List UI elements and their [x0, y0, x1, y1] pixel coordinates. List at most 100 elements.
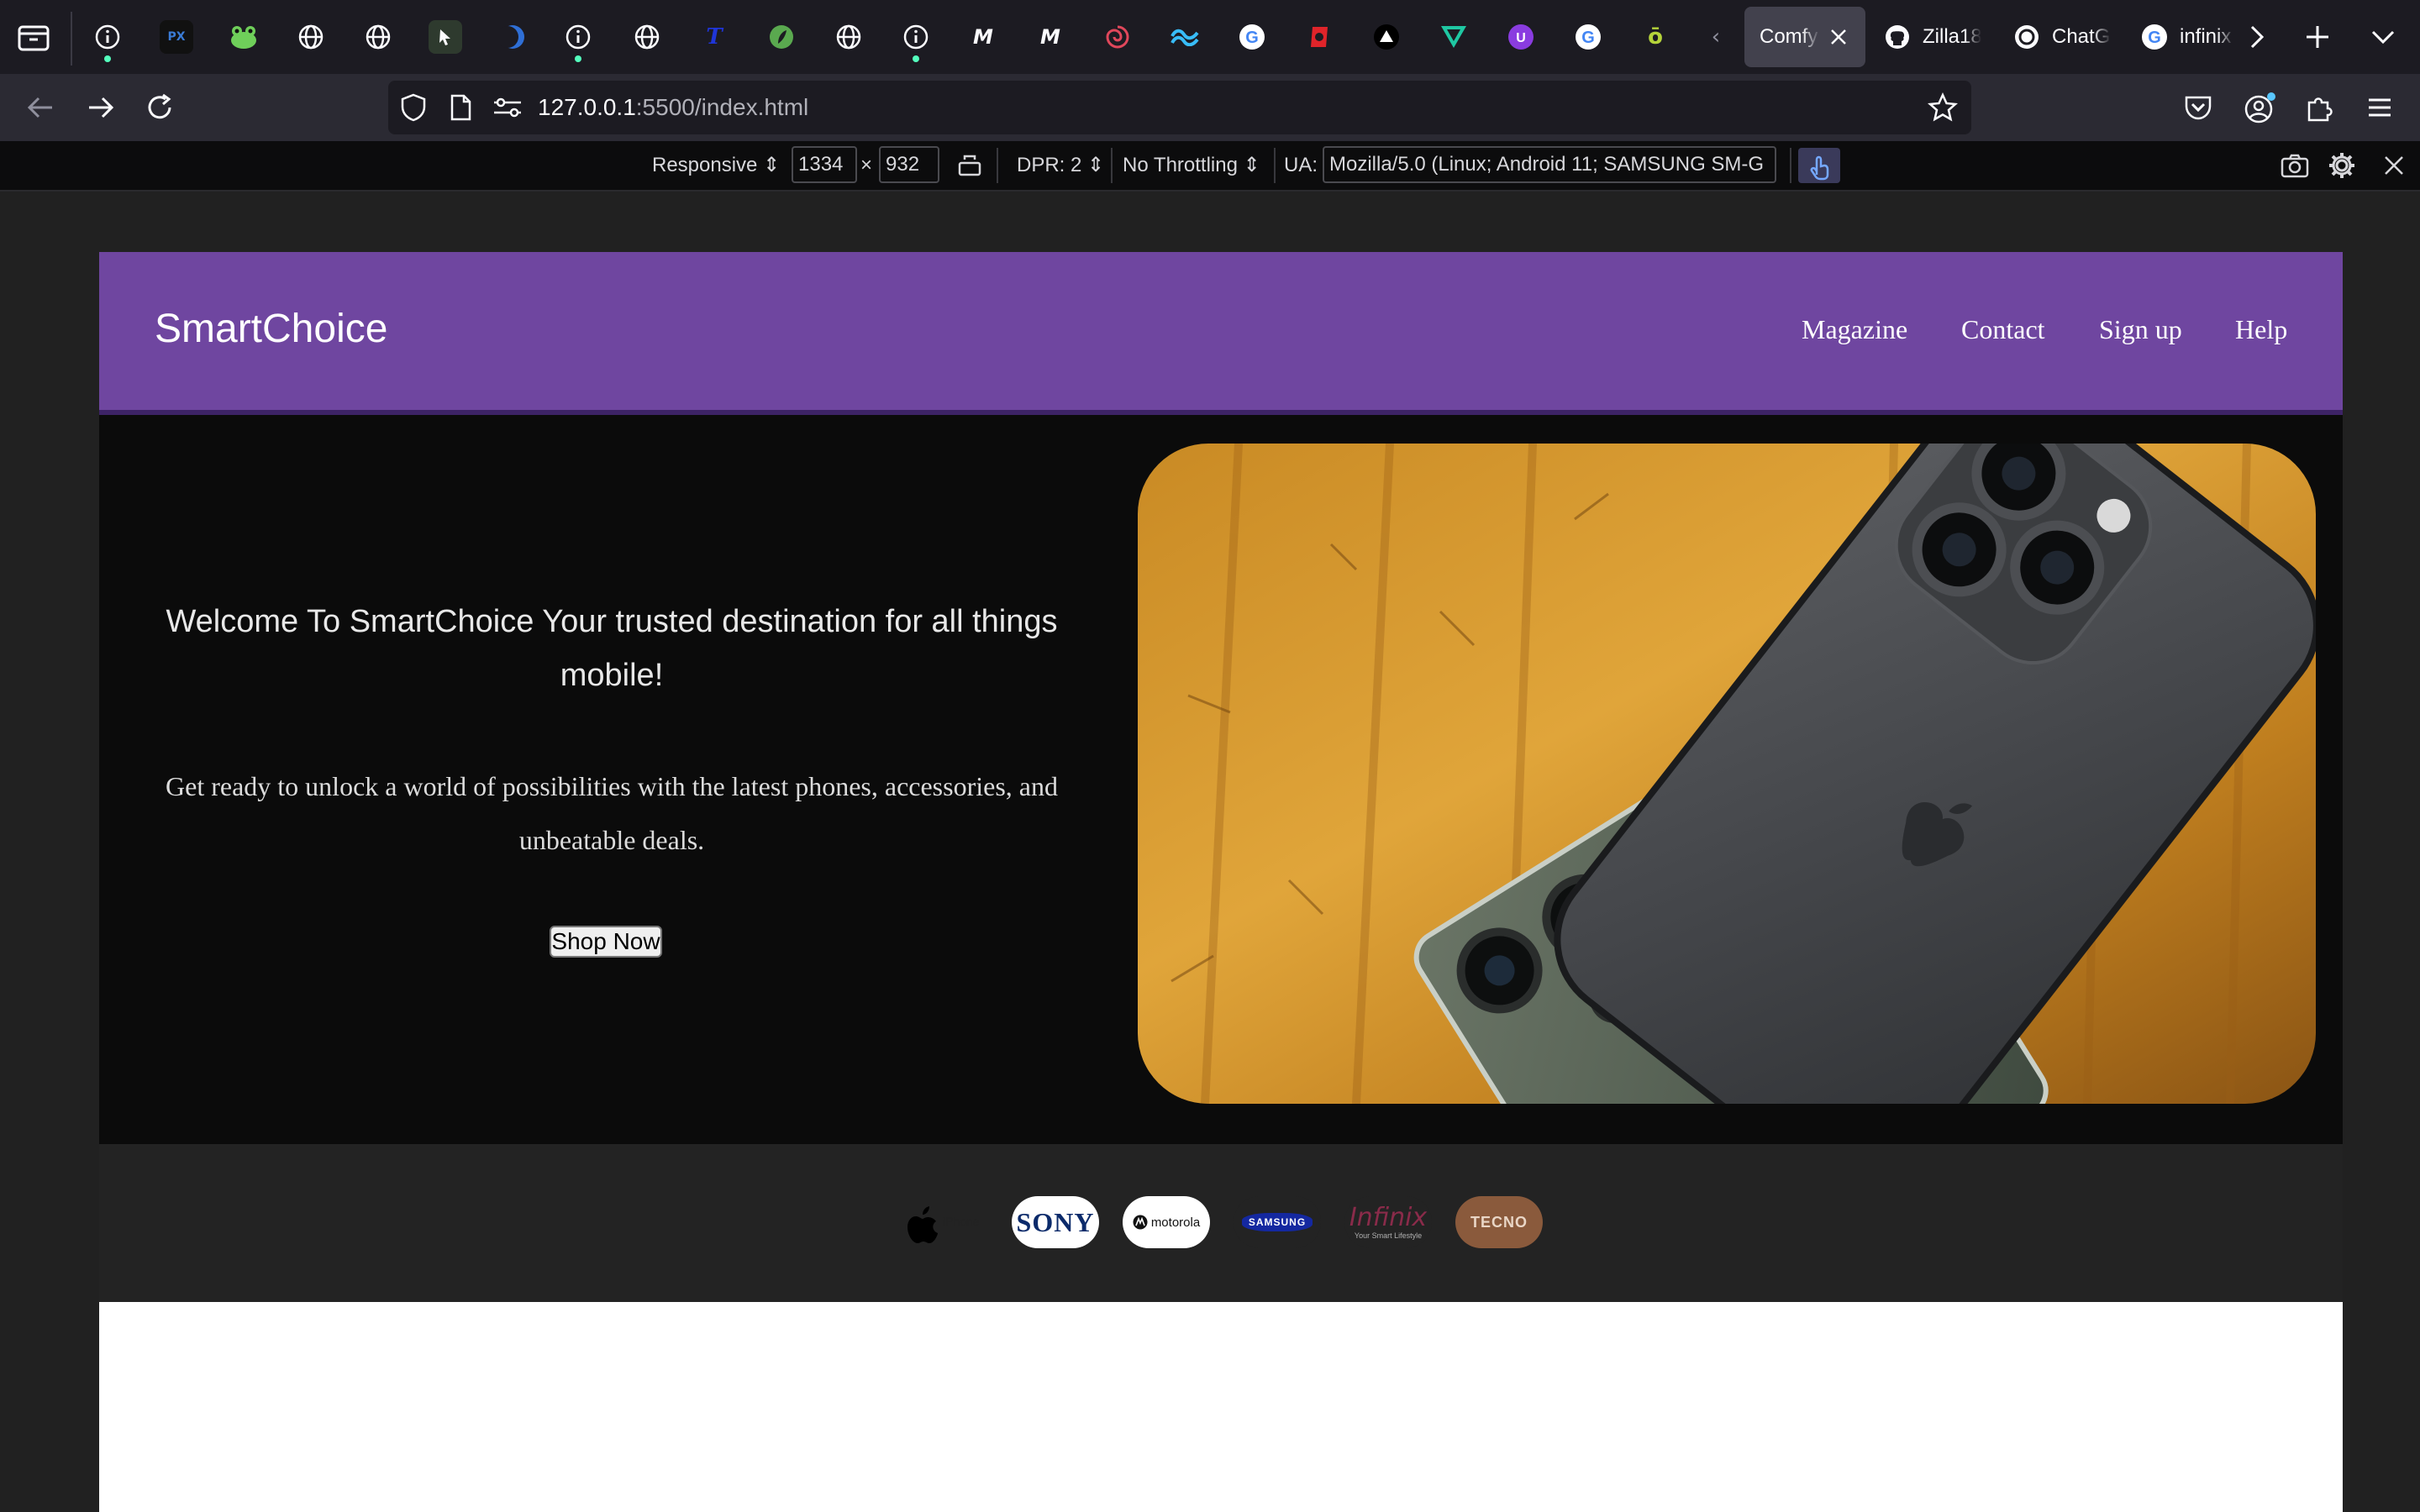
svg-text:U: U — [1516, 31, 1526, 45]
page-content-area — [99, 1302, 2343, 1512]
viewport-width-input[interactable]: 1334 — [792, 146, 857, 183]
samsung-logo-text: SAMSUNG — [1241, 1213, 1313, 1231]
reload-icon[interactable] — [145, 92, 175, 123]
toolbar-separator — [997, 148, 998, 183]
google-icon: G — [2141, 24, 2168, 50]
back-icon[interactable] — [25, 92, 55, 123]
dpr-selector[interactable]: DPR: 2 ⇕ — [1017, 153, 1104, 178]
permissions-icon[interactable] — [492, 96, 523, 119]
toolbar-separator — [1111, 148, 1113, 183]
toolbar-separator — [1790, 148, 1791, 183]
pocket-icon[interactable] — [2183, 94, 2213, 121]
viewport-height-input[interactable]: 932 — [879, 146, 939, 183]
infinix-tagline: Your Smart Lifestyle — [1354, 1231, 1423, 1240]
svg-text:G: G — [2148, 29, 2161, 47]
nav-link-contact[interactable]: Contact — [1961, 312, 2045, 346]
pinned-tab-moon-icon[interactable] — [496, 20, 529, 54]
screenshot-icon[interactable] — [2281, 153, 2309, 178]
toolbar-separator — [1274, 148, 1276, 183]
hero-subtitle: Get ready to unlock a world of possibili… — [166, 771, 1058, 855]
site-logo[interactable]: SmartChoice — [155, 304, 387, 354]
pinned-tab-info-icon[interactable] — [91, 20, 124, 62]
new-tab-icon[interactable] — [2304, 24, 2331, 50]
pinned-tab-globe-icon[interactable] — [361, 20, 395, 54]
pinned-tab-u-icon[interactable]: U — [1504, 20, 1538, 54]
close-tab-icon[interactable] — [1827, 25, 1850, 49]
user-agent-input[interactable]: Mozilla/5.0 (Linux; Android 11; SAMSUNG … — [1323, 146, 1776, 183]
device-selector[interactable]: Responsive ⇕ — [652, 153, 780, 178]
rotate-viewport-icon[interactable] — [956, 151, 983, 178]
brand-tecno[interactable]: TECNO — [1455, 1196, 1543, 1248]
pinned-tab-t-icon[interactable]: T — [697, 20, 731, 54]
menu-icon[interactable] — [2366, 96, 2393, 119]
list-all-tabs-icon[interactable] — [2370, 27, 2396, 47]
nav-link-sign-up[interactable]: Sign up — [2099, 312, 2182, 346]
pinned-tab-leaf-icon[interactable] — [765, 20, 798, 54]
settings-gear-icon[interactable] — [2328, 151, 2356, 180]
tab-title: Zilla18 — [1923, 25, 1981, 48]
pinned-tab-v-icon[interactable] — [1437, 20, 1470, 54]
tab-overview-icon[interactable] — [17, 22, 50, 52]
brand-samsung[interactable]: SAMSUNG — [1234, 1196, 1321, 1248]
brand-infinix[interactable]: Infinix Your Smart Lifestyle — [1344, 1196, 1432, 1248]
pinned-tab-o-icon[interactable]: ō — [1639, 20, 1672, 54]
url-host: 127.0.0.1 — [538, 94, 636, 120]
nav-link-magazine[interactable]: Magazine — [1802, 312, 1907, 346]
pinned-tab-globe-icon[interactable] — [630, 20, 664, 54]
brand-motorola[interactable]: motorola — [1123, 1196, 1210, 1248]
bookmark-star-icon[interactable] — [1928, 92, 1958, 123]
pinned-tab-tailwind-icon[interactable] — [1168, 20, 1202, 54]
sony-logo-text: SONY — [1016, 1206, 1095, 1237]
account-icon[interactable] — [2244, 91, 2277, 124]
throttling-selector[interactable]: No Throttling ⇕ — [1123, 153, 1260, 178]
hero-title: Welcome To SmartChoice Your trusted dest… — [166, 604, 1058, 693]
page-icon[interactable] — [449, 94, 472, 121]
brand-iphone[interactable]: iPhone — [901, 1196, 988, 1248]
tab-separator — [71, 12, 72, 66]
svg-text:G: G — [1245, 29, 1259, 47]
tab-scroll-left-icon[interactable]: ‹ — [1699, 20, 1733, 54]
pinned-tab-swirl-icon[interactable] — [1101, 20, 1134, 54]
pinned-tab-google-icon[interactable]: G — [1571, 20, 1605, 54]
pinned-tab-info-icon[interactable] — [899, 20, 933, 62]
brand-sony[interactable]: SONY — [1012, 1196, 1099, 1248]
motorola-m-icon — [1133, 1215, 1148, 1230]
pinned-tab-frog-icon[interactable] — [227, 20, 260, 54]
tab-title: ChatG — [2052, 25, 2111, 48]
dimension-separator: × — [860, 154, 873, 176]
extensions-icon[interactable] — [2304, 92, 2334, 123]
pinned-tab-cursor-icon[interactable] — [429, 20, 462, 54]
pinned-tab-red-icon[interactable] — [1302, 20, 1336, 54]
pinned-tab-medium-icon[interactable]: M — [1034, 20, 1067, 54]
page-viewport: SmartChoice Magazine Contact Sign up Hel… — [99, 252, 2343, 1512]
pinned-tab-globe-icon[interactable] — [832, 20, 865, 54]
tab-zilla[interactable]: Zilla18 — [1884, 7, 1988, 67]
pinned-tab-vercel-icon[interactable] — [1370, 20, 1403, 54]
hero-section: Welcome To SmartChoice Your trusted dest… — [99, 415, 2343, 1144]
close-rdm-icon[interactable] — [2383, 155, 2405, 176]
dpr-label: DPR: 2 — [1017, 154, 1082, 176]
url-path: :5500/index.html — [635, 94, 809, 120]
nav-link-help[interactable]: Help — [2235, 312, 2287, 346]
tab-title: infinix — [2180, 25, 2232, 48]
shop-now-button[interactable]: Shop Now — [550, 926, 662, 958]
pinned-tab-google-icon[interactable]: G — [1235, 20, 1269, 54]
pinned-tab-info-icon[interactable] — [561, 20, 595, 62]
iphone-logo-text: iPhone — [943, 1215, 980, 1228]
infinix-logo-text: Infinix — [1349, 1203, 1428, 1232]
device-selector-label: Responsive — [652, 154, 758, 176]
tab-comfy-active[interactable]: Comfy ( — [1744, 7, 1865, 67]
tab-chatgpt[interactable]: ChatG — [2013, 7, 2118, 67]
pinned-tab-medium-icon[interactable]: M — [966, 20, 1000, 54]
tab-scroll-right-icon[interactable] — [2247, 24, 2267, 50]
url-text[interactable]: 127.0.0.1:5500/index.html — [538, 94, 808, 121]
forward-icon[interactable] — [86, 92, 116, 123]
pinned-tab-globe-icon[interactable] — [294, 20, 328, 54]
motorola-logo-text: motorola — [1150, 1215, 1201, 1230]
pinned-tab-px-icon[interactable]: PX — [160, 20, 193, 54]
tab-infinix[interactable]: G infinix — [2141, 7, 2235, 67]
motorola-logo: motorola — [1133, 1215, 1200, 1230]
shield-icon[interactable] — [400, 92, 427, 123]
touch-simulation-button[interactable] — [1798, 148, 1840, 183]
svg-text:G: G — [1581, 29, 1595, 47]
